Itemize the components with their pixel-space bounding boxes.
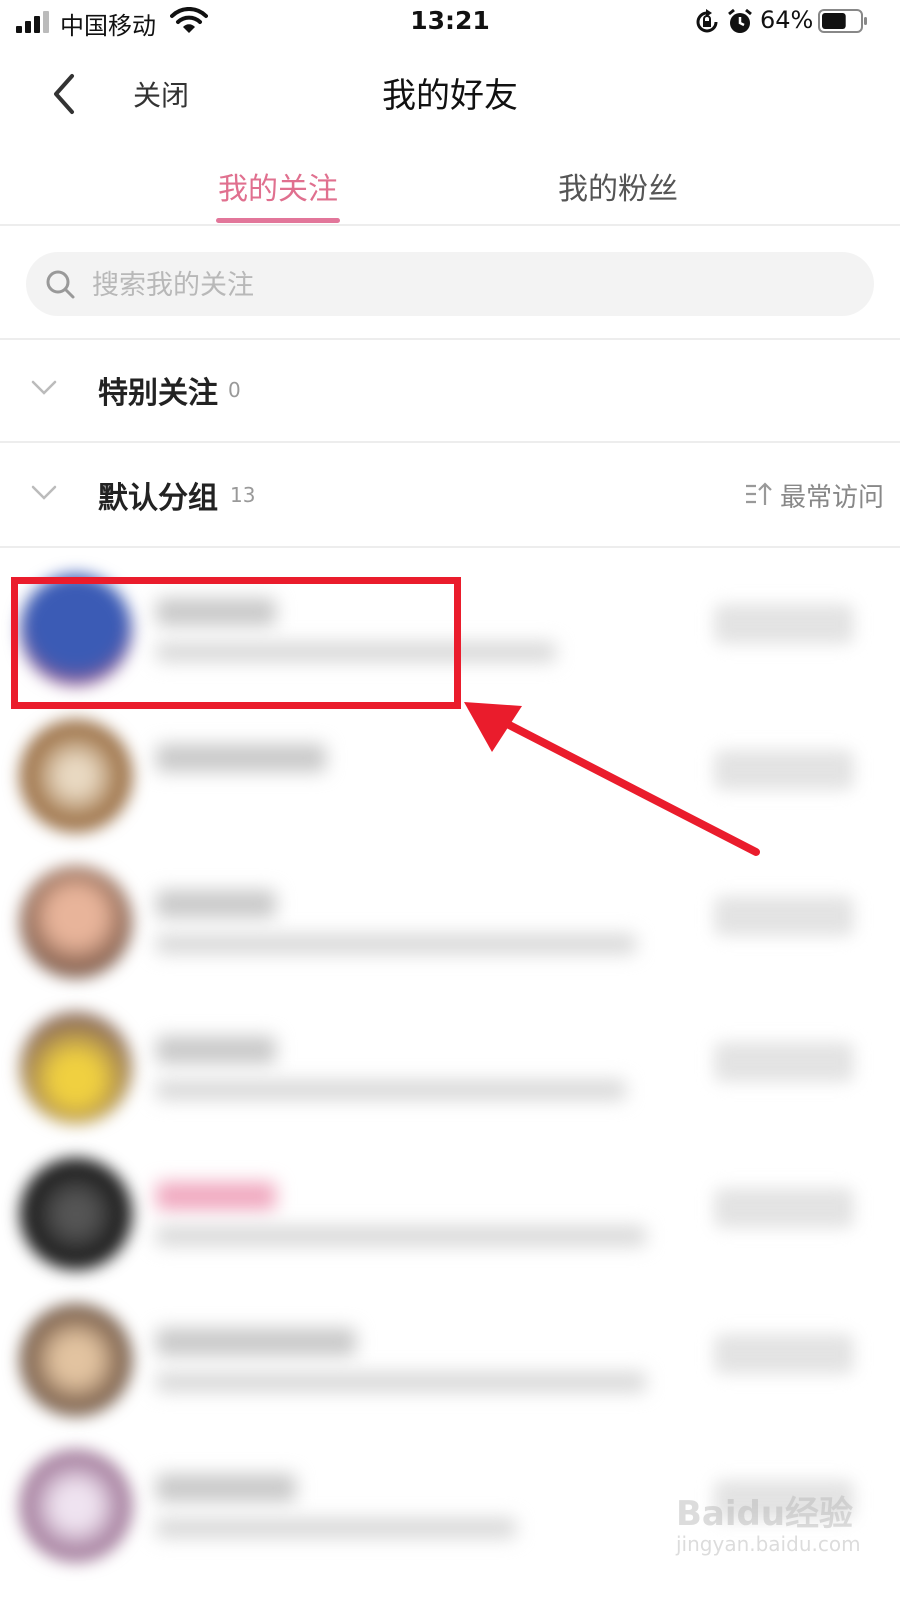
blurred-action-button[interactable] — [714, 1188, 854, 1228]
search-bar[interactable] — [26, 252, 874, 318]
tab-fans[interactable]: 我的粉丝 — [558, 164, 678, 208]
chevron-down-icon — [31, 485, 57, 500]
blurred-description — [156, 1226, 646, 1246]
blurred-name — [156, 890, 276, 918]
alarm-icon — [728, 8, 752, 33]
page-title: 我的好友 — [382, 76, 518, 116]
blurred-description — [156, 934, 636, 954]
list-item[interactable] — [0, 852, 900, 998]
group-count: 13 — [230, 483, 256, 507]
divider — [0, 546, 900, 548]
blurred-action-button[interactable] — [714, 1334, 854, 1374]
blurred-name — [156, 1328, 356, 1356]
blurred-action-button[interactable] — [714, 604, 854, 644]
blurred-name — [156, 744, 326, 772]
annotation-arrow-icon — [464, 702, 760, 856]
search-input[interactable] — [90, 252, 854, 318]
sort-icon — [746, 482, 772, 505]
watermark-url: jingyan.baidu.com — [676, 1532, 861, 1556]
avatar — [20, 1158, 132, 1270]
chevron-down-icon — [31, 380, 57, 395]
watermark-logo: Baidu经验 — [676, 1494, 854, 1534]
blurred-description — [156, 1080, 626, 1100]
tab-following[interactable]: 我的关注 — [218, 164, 338, 208]
blurred-name — [156, 1474, 296, 1502]
group-special-follows[interactable]: 特别关注 0 — [0, 338, 900, 442]
list-item[interactable] — [0, 1290, 900, 1436]
avatar — [20, 866, 132, 978]
blurred-action-button[interactable] — [714, 896, 854, 936]
nav-bar: 关闭 我的好友 — [0, 48, 900, 140]
group-name: 默认分组 — [98, 481, 218, 516]
active-tab-indicator — [216, 218, 340, 223]
avatar — [20, 1304, 132, 1416]
group-name: 特别关注 — [98, 376, 218, 411]
battery-percent: 64% — [760, 6, 814, 34]
blurred-description — [156, 1372, 646, 1392]
blurred-name — [156, 1182, 276, 1210]
sort-button[interactable]: 最常访问 — [744, 477, 884, 513]
avatar — [20, 720, 132, 832]
blurred-action-button[interactable] — [714, 1042, 854, 1082]
search-icon — [46, 270, 75, 299]
list-item[interactable] — [0, 998, 900, 1144]
group-count: 0 — [228, 378, 241, 402]
sort-label: 最常访问 — [780, 483, 885, 513]
list-item[interactable] — [0, 1144, 900, 1290]
blurred-description — [156, 1518, 516, 1538]
battery-icon — [818, 9, 867, 33]
avatar — [20, 1012, 132, 1124]
rotation-lock-icon — [696, 9, 718, 33]
annotation-highlight-box — [11, 577, 461, 709]
blurred-name — [156, 1036, 276, 1064]
watermark: Baidu经验 jingyan.baidu.com — [676, 1486, 876, 1576]
group-default[interactable]: 默认分组 13 最常访问 — [0, 443, 900, 547]
tab-bar: 我的关注 我的粉丝 — [0, 140, 900, 226]
status-bar: 中国移动 13:21 64% — [0, 0, 900, 48]
avatar — [20, 1450, 132, 1562]
